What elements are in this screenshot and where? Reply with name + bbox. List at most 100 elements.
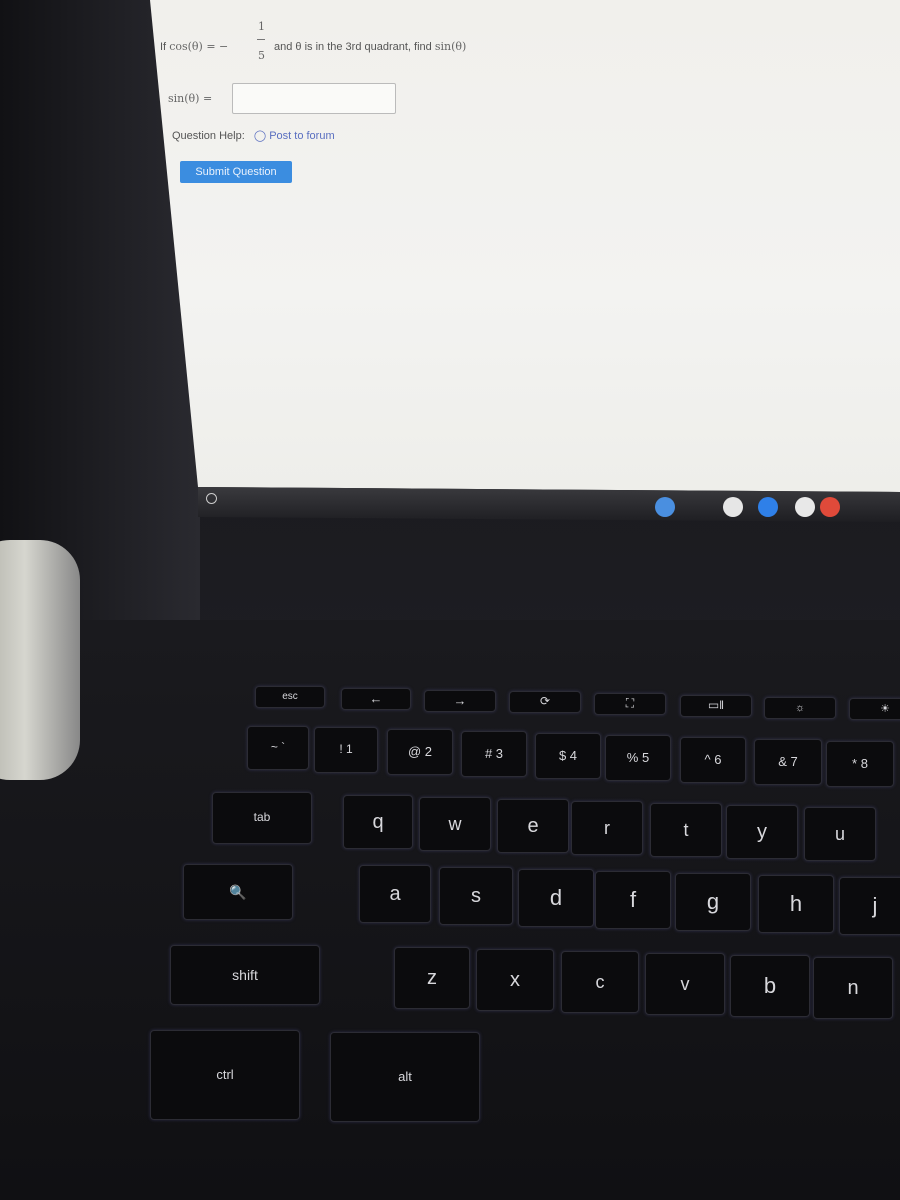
key-label: ! 1 — [339, 742, 353, 757]
key-40[interactable]: ctrl — [150, 1030, 300, 1120]
key-10[interactable]: @ 2 — [387, 729, 453, 775]
key-label: % 5 — [626, 749, 650, 765]
key-label: b — [763, 973, 777, 999]
key-11[interactable]: # 3 — [461, 731, 527, 777]
key-label: v — [680, 973, 690, 994]
key-label: y — [757, 820, 767, 843]
key-label: f — [629, 887, 637, 913]
key-label: g — [706, 889, 720, 915]
chrome-icon[interactable] — [655, 497, 675, 517]
key-2[interactable]: → — [424, 690, 496, 712]
key-12[interactable]: $ 4 — [535, 733, 601, 779]
key-label: ^ 6 — [704, 751, 722, 767]
key-label: ☼ — [794, 701, 806, 714]
files-icon[interactable] — [758, 497, 778, 517]
key-label: n — [847, 976, 859, 999]
key-label: ~ ` — [270, 740, 286, 755]
key-label: tab — [253, 810, 271, 825]
key-label: a — [389, 882, 401, 905]
question-help: Question Help: ◯ Post to forum — [172, 129, 335, 142]
fraction-bar — [257, 39, 265, 40]
key-label: q — [372, 810, 384, 833]
key-4[interactable]: ⛶ — [594, 693, 666, 715]
key-label: d — [549, 885, 563, 911]
key-26[interactable]: a — [359, 865, 431, 923]
fraction-numerator: 1 — [258, 20, 265, 33]
help-label: Question Help: — [172, 130, 245, 142]
play-store-icon[interactable] — [795, 497, 815, 517]
key-32[interactable]: j — [839, 877, 900, 935]
key-label: esc — [282, 691, 298, 703]
key-22[interactable]: t — [650, 803, 722, 857]
key-label: t — [683, 819, 689, 840]
key-5[interactable]: ▭‖ — [680, 695, 752, 717]
find-expression: sin(θ) — [434, 40, 467, 53]
question-rest: and θ is in the 3rd quadrant, find sin(θ… — [274, 40, 466, 53]
key-16[interactable]: * 8 — [826, 741, 894, 787]
key-17[interactable]: tab — [212, 792, 312, 844]
key-label: @ 2 — [407, 743, 433, 759]
key-39[interactable]: n — [813, 957, 893, 1019]
question-rest-text: and θ is in the 3rd quadrant, find — [274, 41, 432, 53]
key-label: 🔍 — [229, 883, 247, 900]
key-label: w — [448, 813, 462, 834]
youtube-icon[interactable] — [820, 497, 840, 517]
key-24[interactable]: u — [804, 807, 876, 861]
key-35[interactable]: x — [476, 949, 554, 1011]
key-label: ▭‖ — [707, 698, 725, 713]
key-18[interactable]: q — [343, 795, 413, 849]
comment-icon: ◯ — [253, 130, 267, 142]
key-36[interactable]: c — [561, 951, 639, 1013]
key-label: shift — [232, 966, 258, 983]
key-label: ctrl — [216, 1066, 234, 1082]
submit-question-button[interactable]: Submit Question — [180, 161, 292, 183]
key-9[interactable]: ! 1 — [314, 727, 378, 773]
key-38[interactable]: b — [730, 955, 810, 1017]
key-14[interactable]: ^ 6 — [680, 737, 746, 783]
key-31[interactable]: h — [758, 875, 834, 933]
key-20[interactable]: e — [497, 799, 569, 853]
key-13[interactable]: % 5 — [605, 735, 671, 781]
sin-answer-input[interactable] — [232, 83, 396, 114]
key-label: c — [595, 971, 605, 992]
key-label: & 7 — [778, 753, 798, 769]
key-25[interactable]: 🔍 — [183, 864, 293, 920]
question-prefix: If — [160, 41, 167, 53]
answer-label: sin(θ) = — [168, 92, 213, 105]
key-label: alt — [398, 1068, 412, 1084]
key-3[interactable]: ⟳ — [509, 691, 581, 713]
key-30[interactable]: g — [675, 873, 751, 931]
key-33[interactable]: shift — [170, 945, 320, 1005]
key-label: j — [872, 893, 878, 919]
key-label: ☀ — [880, 702, 890, 715]
key-1[interactable]: ← — [341, 688, 411, 710]
key-6[interactable]: ☼ — [764, 697, 836, 719]
key-19[interactable]: w — [419, 797, 491, 851]
key-label: u — [834, 823, 845, 844]
key-label: x — [510, 968, 520, 991]
key-29[interactable]: f — [595, 871, 671, 929]
key-label: s — [471, 884, 481, 907]
key-8[interactable]: ~ ` — [247, 726, 309, 770]
post-to-forum-link[interactable]: Post to forum — [269, 130, 334, 142]
key-27[interactable]: s — [439, 867, 513, 925]
key-label: $ 4 — [558, 747, 578, 763]
key-label: z — [427, 966, 437, 989]
key-label: ⟳ — [539, 694, 551, 709]
key-7[interactable]: ☀ — [849, 698, 900, 720]
key-15[interactable]: & 7 — [754, 739, 822, 785]
key-0[interactable]: esc — [255, 686, 325, 708]
key-23[interactable]: y — [726, 805, 798, 859]
question-text: If cos(θ) = − — [160, 40, 228, 53]
key-21[interactable]: r — [571, 801, 643, 855]
key-41[interactable]: alt — [330, 1032, 480, 1122]
key-28[interactable]: d — [518, 869, 594, 927]
key-label: ← — [369, 690, 383, 706]
key-37[interactable]: v — [645, 953, 725, 1015]
cos-expression: cos(θ) = − — [169, 40, 229, 53]
gmail-icon[interactable] — [723, 497, 743, 517]
key-label: h — [789, 891, 803, 917]
key-34[interactable]: z — [394, 947, 470, 1009]
launcher-icon[interactable] — [206, 493, 217, 504]
key-label: * 8 — [852, 755, 868, 771]
